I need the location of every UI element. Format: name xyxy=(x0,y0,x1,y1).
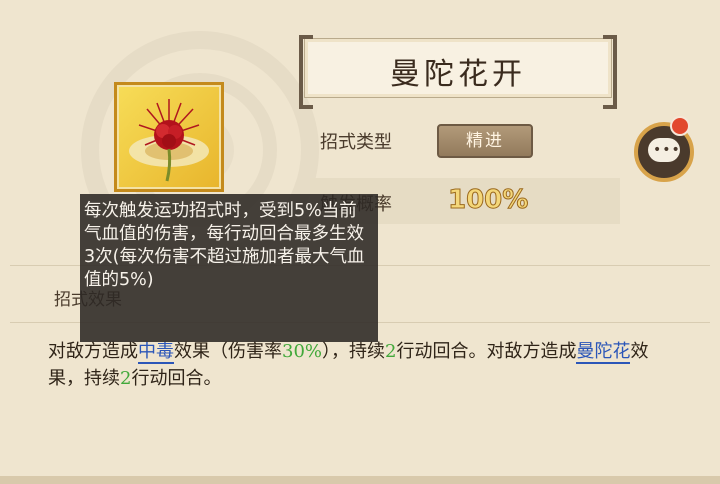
keyword-poison-link[interactable]: 中毒 xyxy=(138,341,174,364)
notification-dot xyxy=(670,116,690,136)
skill-name: 曼陀花开 xyxy=(390,57,526,92)
desc-text: 行动回合。对敌方造成 xyxy=(396,341,577,362)
desc-text: 效果（伤害率 xyxy=(174,341,282,362)
chat-dots: ••• xyxy=(653,142,681,158)
skill-type-label: 招式类型 xyxy=(320,132,392,153)
keyword-tooltip: 每次触发运功招式时，受到5%当前气血值的伤害，每行动回合最多生效3次(每次伤害不… xyxy=(80,194,378,342)
desc-text: 对敌方造成 xyxy=(48,341,138,362)
red-spider-lily-icon[interactable] xyxy=(114,82,224,192)
bottom-strip xyxy=(0,476,720,484)
skill-description: 对敌方造成中毒效果（伤害率30%），持续2行动回合。对敌方造成曼陀花效果，持续2… xyxy=(48,338,678,392)
damage-rate-value: 30% xyxy=(282,341,323,362)
trigger-rate-value: 100% xyxy=(447,185,529,216)
desc-text: ），持续 xyxy=(322,341,386,362)
desc-text: 行动回合。 xyxy=(131,368,222,389)
flower-art xyxy=(129,99,209,182)
skill-title-plaque: 曼陀花开 xyxy=(299,35,617,109)
duration-value: 2 xyxy=(120,368,132,389)
duration-value: 2 xyxy=(385,341,397,362)
tooltip-text: 每次触发运功招式时，受到5%当前气血值的伤害，每行动回合最多生效3次(每次伤害不… xyxy=(84,201,365,290)
skill-type-badge: 精进 xyxy=(437,124,533,158)
skill-detail-panel: 曼陀花开 招式类型 精进 触发概率 100% ••• 招式效果 对敌方造成中毒效… xyxy=(0,0,720,484)
keyword-mandala-link[interactable]: 曼陀花 xyxy=(576,341,631,364)
